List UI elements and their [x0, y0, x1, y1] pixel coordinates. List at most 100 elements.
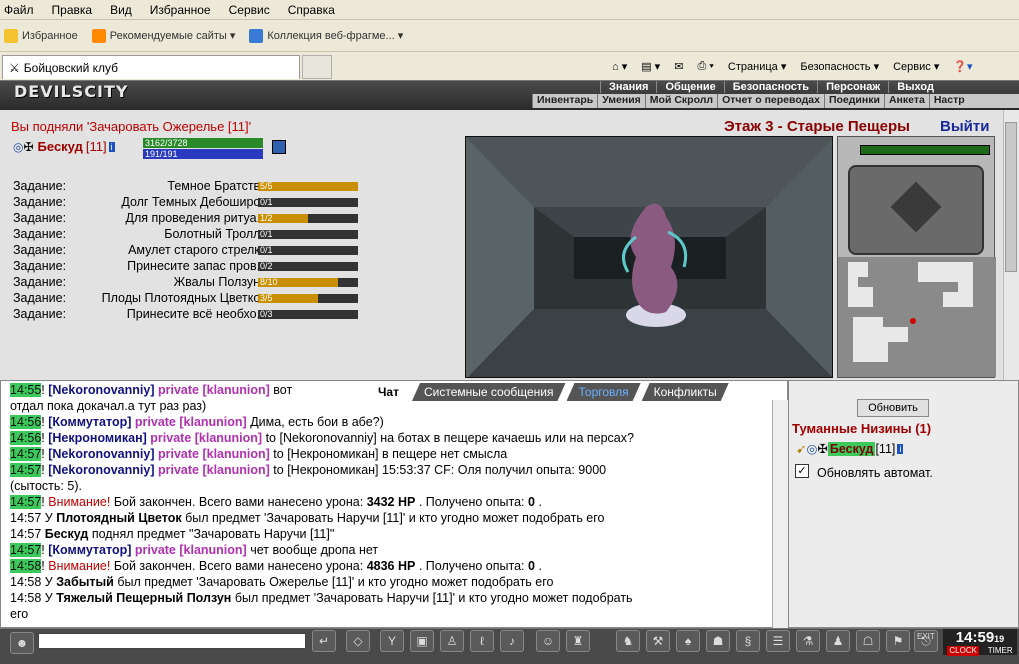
quest-name[interactable]: Долг Темных Дебоширов [75, 195, 269, 209]
chat-channel[interactable]: private [klanunion] [158, 447, 270, 461]
tab-trade[interactable]: Торговля [567, 383, 641, 401]
translit-icon[interactable]: ℓ [470, 630, 494, 652]
quest-name[interactable]: Болотный Тролль [75, 227, 269, 241]
book-icon[interactable]: ☰ [766, 630, 790, 652]
nav-character[interactable]: Персонаж [817, 81, 888, 93]
nav-profile[interactable]: Анкета [883, 94, 929, 108]
nav-inventory[interactable]: Инвентарь [532, 94, 597, 108]
rss-icon[interactable]: ▤ ▾ [641, 60, 660, 73]
quest-name[interactable]: Плоды Плотоядных Цветков [75, 291, 269, 305]
eraser-icon[interactable]: ◇ [346, 630, 370, 652]
private-arrow-icon[interactable]: ➹ [796, 441, 806, 456]
group-icon[interactable]: ♟ [826, 630, 850, 652]
clock-label[interactable]: CLOCK [947, 646, 979, 656]
chat-scrollbar[interactable] [772, 400, 788, 628]
menu-item-5[interactable]: Справка [288, 3, 335, 17]
chat-input[interactable] [38, 633, 306, 649]
fighter-icon[interactable]: ♙ [440, 630, 464, 652]
filter-icon[interactable]: Y [380, 630, 404, 652]
hammer-icon[interactable]: ⚒ [646, 630, 670, 652]
quest-name[interactable]: Для проведения ритуа... [75, 211, 269, 225]
nav-transfers[interactable]: Отчет о переводах [717, 94, 824, 108]
menu-item-4[interactable]: Сервис [229, 3, 270, 17]
timer-label[interactable]: TIMER [988, 646, 1013, 656]
help-icon[interactable]: ❓▾ [953, 60, 972, 73]
party-icon[interactable]: ☖ [856, 630, 880, 652]
clan-chat-icon[interactable]: ♜ [566, 630, 590, 652]
chat-nick[interactable]: [Некрономикан] [48, 431, 147, 445]
chat-channel[interactable]: private [klanunion] [158, 463, 270, 477]
chat-nick[interactable]: [Коммутатор] [48, 543, 131, 557]
chat-line: 14:58 У Тяжелый Пещерный Ползун был пред… [10, 590, 633, 606]
menu-item-1[interactable]: Правка [52, 3, 93, 17]
exit-link[interactable]: Выйти [940, 118, 989, 135]
direction-compass[interactable] [848, 165, 984, 255]
nav-settings[interactable]: Настр [928, 94, 969, 108]
exit-icon[interactable]: EXIT ⎋ [914, 630, 938, 652]
nav-communication[interactable]: Общение [656, 81, 723, 93]
chat-nick[interactable]: [Nekoronovanniy] [48, 447, 154, 461]
potion-icon[interactable]: ♠ [676, 630, 700, 652]
nav-fights[interactable]: Поединки [823, 94, 884, 108]
fav-link-recommended[interactable]: Рекомендуемые сайты ▾ [91, 28, 235, 43]
chat-nick[interactable]: [Коммутатор] [48, 415, 131, 429]
quest-name[interactable]: Амулет старого стрелка [75, 243, 269, 257]
chat-channel[interactable]: private [klanunion] [150, 431, 262, 445]
quest-name[interactable]: Принесите всё необхо... [75, 307, 269, 321]
mail-icon[interactable]: ✉ [674, 60, 683, 73]
scroll-icon[interactable]: § [736, 630, 760, 652]
flag-icon[interactable]: ⚑ [886, 630, 910, 652]
chest-icon[interactable]: ☗ [706, 630, 730, 652]
nav-scroll[interactable]: Мой Скролл [644, 94, 717, 108]
chat-channel[interactable]: private [klanunion] [158, 383, 270, 397]
send-icon[interactable]: ↵ [312, 630, 336, 652]
dungeon-view[interactable] [465, 136, 833, 378]
quest-row: Задание: Для проведения ритуа... [13, 210, 269, 226]
refresh-button[interactable]: Обновить [857, 399, 929, 417]
menu-item-0[interactable]: Файл [4, 3, 34, 17]
head-icon[interactable]: ☻ [10, 632, 34, 654]
forge-icon[interactable]: ⚗ [796, 630, 820, 652]
tab-conflicts[interactable]: Конфликты [642, 383, 729, 401]
print-icon[interactable]: ⎙ ▾ [697, 60, 713, 73]
monster-sprite[interactable] [606, 197, 696, 337]
bag-icon[interactable]: ♞ [616, 630, 640, 652]
fav-link-gallery[interactable]: Коллекция веб-фрагме... ▾ [249, 28, 403, 43]
menu-item-2[interactable]: Вид [110, 3, 132, 17]
pickup-message: Вы подняли 'Зачаровать Ожерелье [11]' [11, 119, 252, 134]
info-icon[interactable]: i [108, 141, 115, 152]
info-icon[interactable]: i [897, 443, 904, 454]
quest-name[interactable]: Темное Братство [75, 179, 269, 193]
player-name[interactable]: Бескуд [38, 139, 83, 154]
chat-nick[interactable]: [Nekoronovanniy] [48, 383, 154, 397]
tab-system[interactable]: Системные сообщения [412, 383, 566, 401]
cmd-tools[interactable]: Сервис ▾ [893, 60, 939, 73]
online-user-name[interactable]: Бескуд [827, 441, 876, 456]
chat-nick[interactable]: [Nekoronovanniy] [48, 463, 154, 477]
sub-nav: Инвентарь Умения Мой Скролл Отчет о пере… [532, 94, 1019, 108]
smiley-icon[interactable]: ☺ [536, 630, 560, 652]
tab-chat[interactable]: Чат [366, 383, 411, 401]
new-tab-button[interactable] [302, 55, 332, 79]
chat-channel[interactable]: private [klanunion] [135, 543, 247, 557]
save-icon[interactable]: ▣ [410, 630, 434, 652]
stamina-bar [860, 145, 990, 155]
nav-security[interactable]: Безопасность [723, 81, 817, 93]
page-scrollbar-thumb[interactable] [1005, 122, 1017, 272]
cmd-security[interactable]: Безопасность ▾ [800, 60, 879, 73]
buff-icon[interactable] [272, 140, 286, 154]
sound-icon[interactable]: ♪ [500, 630, 524, 652]
auto-refresh-checkbox[interactable]: ✓ [795, 464, 809, 478]
quest-name[interactable]: Жвалы Ползуна [75, 275, 269, 289]
nav-knowledge[interactable]: Знания [600, 81, 656, 93]
nav-exit[interactable]: Выход [888, 81, 942, 93]
browser-tab[interactable]: ⚔ Бойцовский клуб [2, 55, 300, 79]
menu-item-3[interactable]: Избранное [150, 3, 211, 17]
home-icon[interactable]: ⌂ ▾ [612, 60, 627, 73]
cmd-page[interactable]: Страница ▾ [728, 60, 786, 73]
quest-name[interactable]: Принесите запас пров... [75, 259, 269, 273]
quest-progress-bar: 0/2 [258, 262, 358, 271]
chat-channel[interactable]: private [klanunion] [135, 415, 247, 429]
nav-skills[interactable]: Умения [597, 94, 645, 108]
favorites-button[interactable]: Избранное [4, 28, 78, 43]
